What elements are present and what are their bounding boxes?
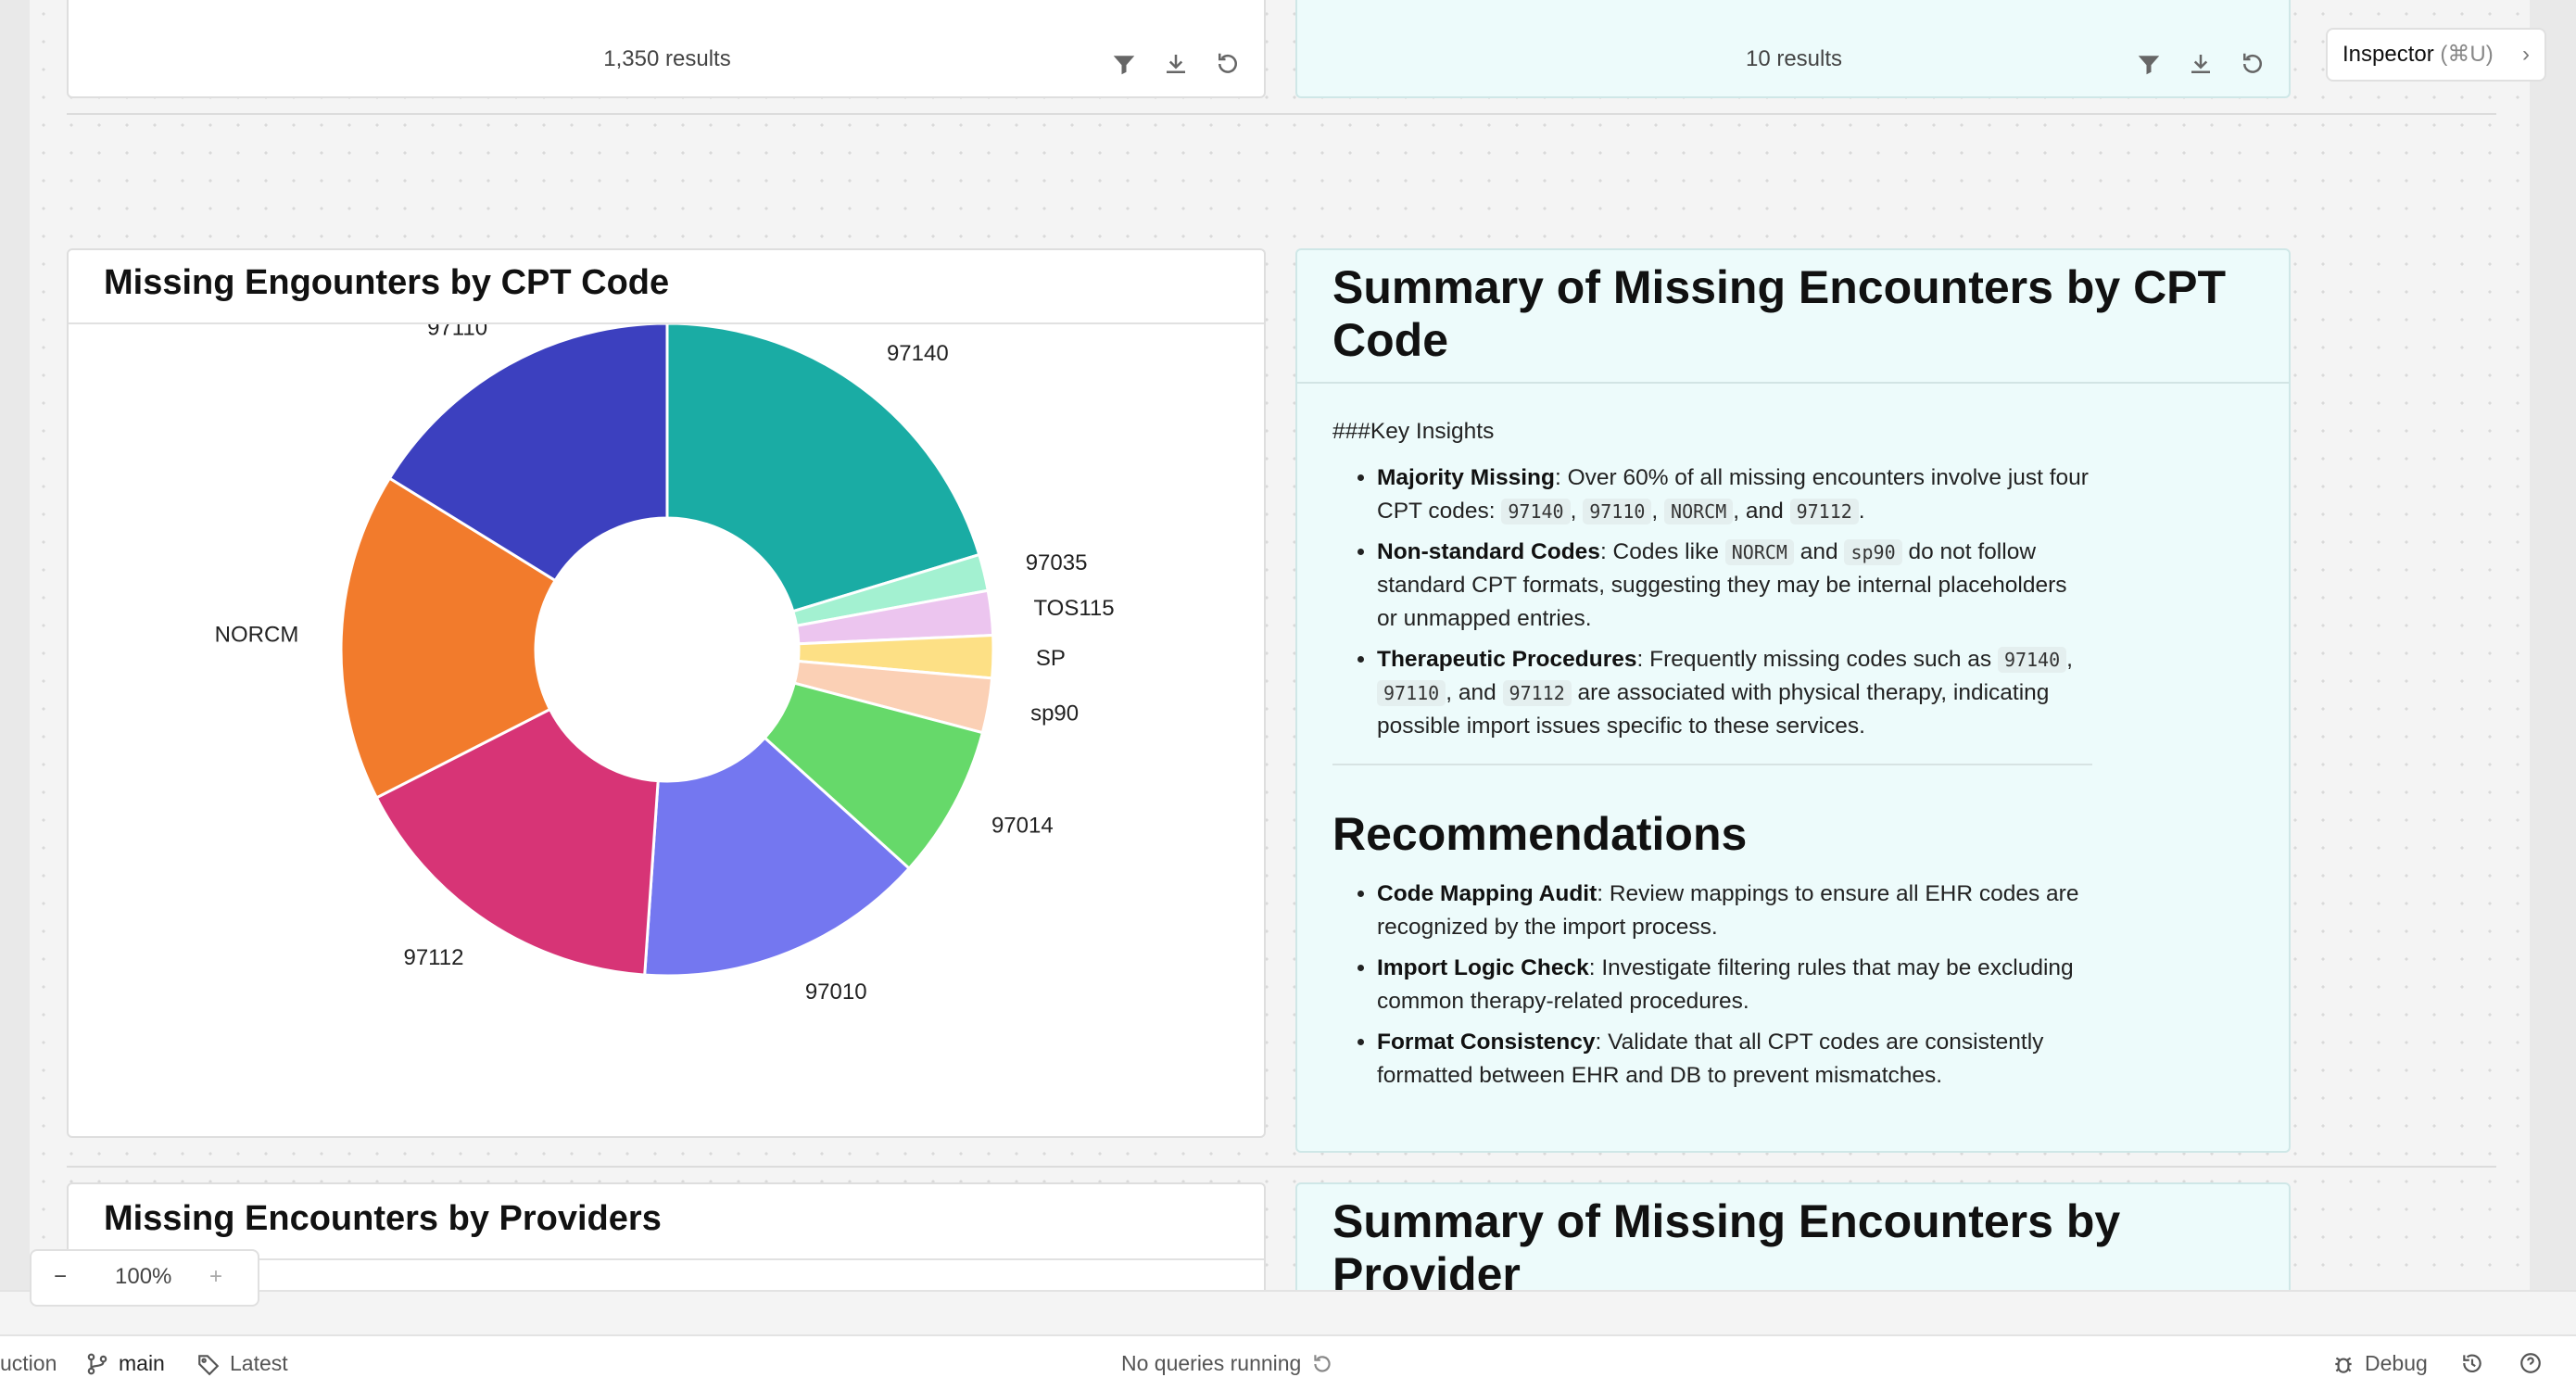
slice-label: 97010 [805,979,867,1005]
zoom-control: − 100% + [30,1249,259,1307]
provider-summary-title: Summary of Missing Encounters by Provide… [1332,1195,2121,1300]
code-chip: 97110 [1583,499,1652,524]
download-icon[interactable] [2187,50,2215,78]
bullet-label: Non-standard Codes [1377,539,1600,564]
filter-icon[interactable] [2135,50,2163,78]
branch-label: main [119,1351,165,1375]
code-chip: 97110 [1377,680,1446,706]
code-chip: NORCM [1724,539,1794,565]
bug-icon [2335,1357,2352,1373]
zoom-in-button[interactable]: + [209,1264,222,1290]
query-status-label: No queries running [1121,1351,1302,1375]
slice-label: sp90 [1030,701,1079,726]
donut-chart: 97140 97035 TOS115 SP sp90 97014 97010 97112 NOR… [215,324,1115,1005]
bullet-text: : Frequently missing codes such as [1636,647,1998,672]
debug-label: Debug [2365,1351,2428,1375]
bullet-label: Therapeutic Procedures [1377,647,1637,672]
bullet-label: Format Consistency [1377,1030,1596,1055]
inspector-shortcut: (⌘U) [2440,42,2494,67]
summary-title: Summary of Missing Encounters by CPT Cod… [1332,261,2227,366]
version-label: Latest [230,1351,288,1375]
git-branch-icon [87,1353,107,1374]
table-footer-right: 10 results [1295,0,2291,98]
zoom-level: 100% [115,1264,172,1289]
bullet-text: , and [1446,680,1503,705]
results-count: 1,350 results [603,46,731,71]
chevron-right-icon: › [2522,42,2530,67]
zoom-out-button[interactable]: − [54,1264,67,1290]
insights-list: Majority Missing: Over 60% of all missin… [1332,461,2092,743]
list-item: Import Logic Check: Investigate filterin… [1377,952,2092,1018]
bullet-text: , [1651,499,1665,524]
code-chip: 97140 [1501,499,1571,524]
inspector-label: Inspector [2342,42,2434,67]
slice-label: 97112 [403,945,463,970]
bullet-text: , [2066,647,2073,672]
table-footer-left: 1,350 results [67,0,1266,98]
branch-selector[interactable]: main [85,1351,165,1376]
providers-title: Missing Encounters by Providers [104,1199,662,1238]
row-separator [67,113,2496,115]
help-icon [2520,1353,2541,1373]
status-bar: uction main Latest No queries running De… [0,1334,2576,1390]
chart-title: Missing Engounters by CPT Code [104,263,670,302]
code-chip: NORCM [1664,499,1734,524]
summary-card: Summary of Missing Encounters by CPT Cod… [1295,248,2291,1153]
summary-body: ###Key Insights Majority Missing: Over 6… [1332,415,2092,1100]
bullet-text: , [1570,499,1584,524]
slice-label: 97110 [427,324,487,340]
slice-label: 97140 [887,341,949,366]
recommendations-list: Code Mapping Audit: Review mappings to e… [1332,878,2092,1093]
filter-icon[interactable] [1110,50,1138,78]
refresh-icon[interactable] [2239,50,2267,78]
divider [1332,764,2092,765]
help-button[interactable] [2519,1351,2543,1375]
bullet-text: and [1793,539,1845,564]
bullet-label: Code Mapping Audit [1377,881,1597,906]
bullet-label: Import Logic Check [1377,955,1589,980]
environment-selector[interactable]: uction [0,1351,57,1376]
list-item: Therapeutic Procedures: Frequently missi… [1377,643,2092,743]
slice-label: SP [1036,646,1066,671]
bullet-text: . [1858,499,1865,524]
slice-label: 97035 [1026,550,1088,575]
code-chip: sp90 [1844,539,1902,565]
insights-heading: ###Key Insights [1332,419,1495,444]
code-chip: 97112 [1502,680,1572,706]
refresh-icon[interactable] [1310,1352,1334,1376]
card-header-divider [1297,382,2289,384]
row-separator [67,1166,2496,1168]
slice-label: NORCM [215,623,299,648]
bullet-text: : Codes like [1599,539,1725,564]
code-chip: 97112 [1789,499,1859,524]
inspector-button[interactable]: Inspector (⌘U) › [2326,28,2546,82]
debug-button[interactable]: Debug [2331,1351,2428,1376]
refresh-icon[interactable] [1214,50,1242,78]
code-chip: 97140 [1997,647,2067,673]
list-item: Code Mapping Audit: Review mappings to e… [1377,878,2092,944]
slice-label: 97014 [991,814,1054,839]
results-count: 10 results [1745,46,1843,71]
recommendations-heading: Recommendations [1332,808,1748,860]
bullet-label: Majority Missing [1377,465,1555,490]
chart-card: Missing Engounters by CPT Code 97140 9703… [67,248,1266,1138]
history-icon [2463,1354,2481,1373]
list-item: Format Consistency: Validate that all CP… [1377,1026,2092,1093]
tag-icon [198,1354,220,1375]
bullet-text: , and [1733,499,1790,524]
canvas-bottom-edge [0,1290,2576,1336]
slice-label: TOS115 [1033,596,1114,621]
list-item: Majority Missing: Over 60% of all missin… [1377,461,2092,528]
environment-label: uction [0,1351,57,1375]
list-item: Non-standard Codes: Codes like NORCM and… [1377,536,2092,636]
download-icon[interactable] [1162,50,1190,78]
version-selector[interactable]: Latest [196,1351,288,1376]
query-status: No queries running [1121,1351,1334,1376]
history-button[interactable] [2460,1351,2484,1375]
